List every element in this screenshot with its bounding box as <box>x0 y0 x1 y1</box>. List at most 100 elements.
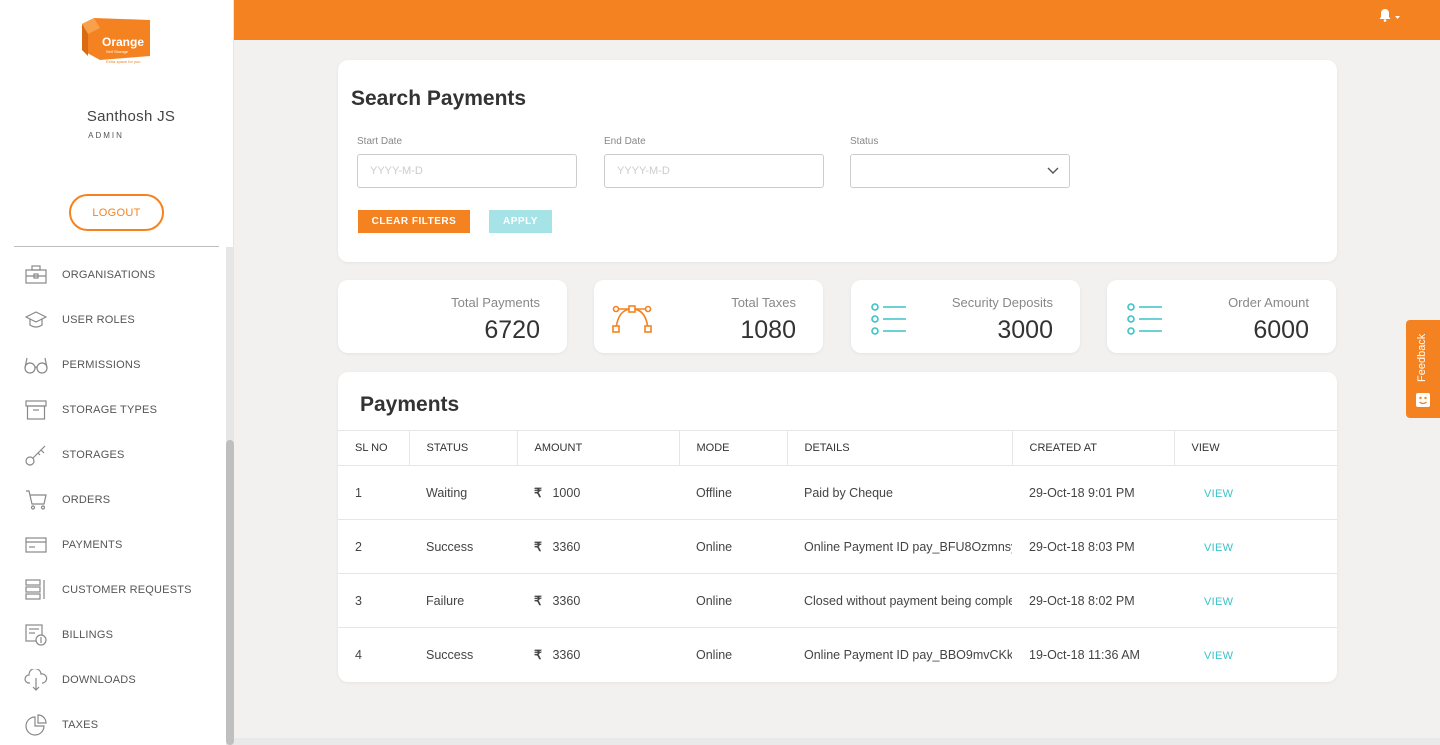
sidebar-item-storages[interactable]: STORAGES <box>0 432 226 477</box>
sidebar-item-label: USER ROLES <box>62 313 135 326</box>
view-link[interactable]: VIEW <box>1191 542 1233 554</box>
amount-value: 1000 <box>552 486 581 500</box>
sidebar-nav: ORGANISATIONS USER ROLES PERMISSIONS STO… <box>0 252 226 745</box>
stat-label: Order Amount <box>1228 295 1309 310</box>
sidebar-divider <box>14 246 219 247</box>
cell-sl-no: 4 <box>355 647 362 662</box>
amount-value: 3360 <box>552 648 581 663</box>
end-date-label: End Date <box>604 136 646 147</box>
chevron-down-icon <box>1392 8 1402 26</box>
cell-mode: Online <box>696 647 733 662</box>
stat-label: Total Taxes <box>731 295 796 310</box>
pie-chart-icon <box>24 713 48 737</box>
cell-created-at: 19-Oct-18 11:36 AM <box>1029 647 1140 662</box>
sidebar-item-permissions[interactable]: PERMISSIONS <box>0 342 226 387</box>
chevron-down-icon <box>1047 166 1059 178</box>
stat-card-total-payments: Total Payments 6720 <box>338 280 567 353</box>
sidebar-item-billings[interactable]: BILLINGS <box>0 612 226 657</box>
sidebar-item-label: TAXES <box>62 718 99 731</box>
stat-label: Security Deposits <box>951 295 1053 310</box>
feedback-icon <box>1416 393 1430 412</box>
search-payments-card: Search Payments Start Date End Date Stat… <box>338 60 1337 262</box>
start-date-input[interactable] <box>357 154 577 188</box>
view-link[interactable]: VIEW <box>1191 650 1233 662</box>
column-header[interactable]: MODE <box>678 430 787 466</box>
requests-icon <box>24 578 48 602</box>
user-name: Santhosh JS <box>86 108 176 125</box>
cell-view: VIEW <box>1174 573 1337 628</box>
sidebar-item-label: DOWNLOADS <box>62 673 136 686</box>
column-header[interactable]: AMOUNT <box>516 430 679 466</box>
sidebar-item-payments[interactable]: PAYMENTS <box>0 522 226 567</box>
svg-text:Extra space for you: Extra space for you <box>106 59 140 64</box>
cell-amount: ₹ 3360 <box>517 573 679 628</box>
column-header[interactable]: DETAILS <box>786 430 1012 466</box>
sidebar-item-orders[interactable]: ORDERS <box>0 477 226 522</box>
cell-status: Failure <box>409 573 517 628</box>
sidebar-item-storage-types[interactable]: STORAGE TYPES <box>0 387 226 432</box>
cell-status: Success <box>426 647 474 662</box>
archive-box-icon <box>24 398 48 422</box>
search-title: Search Payments <box>351 87 527 110</box>
logout-button[interactable]: LOGOUT <box>69 194 164 231</box>
view-link[interactable]: VIEW <box>1191 488 1233 500</box>
payments-title: Payments <box>360 393 460 416</box>
svg-text:Self Storage: Self Storage <box>106 49 129 54</box>
cell-view: VIEW <box>1174 465 1337 520</box>
table-header-row: SL NO STATUS AMOUNT MODE DETAILS CREATED… <box>338 430 1337 466</box>
credit-card-icon <box>24 533 48 557</box>
payments-table: SL NO STATUS AMOUNT MODE DETAILS CREATED… <box>338 430 1337 682</box>
horizontal-scrollbar[interactable] <box>234 738 1440 745</box>
stat-value: 1080 <box>740 316 796 344</box>
sidebar-item-label: BILLINGS <box>62 628 114 641</box>
rupee-icon: ₹ <box>534 540 542 554</box>
column-header[interactable]: CREATED AT <box>1011 430 1174 466</box>
user-role: ADMIN <box>88 131 124 140</box>
cell-status: Waiting <box>409 465 517 520</box>
cell-mode: Online <box>679 573 787 628</box>
stat-card-total-taxes: Total Taxes 1080 <box>594 280 823 353</box>
cart-icon <box>24 488 48 512</box>
table-row: 3 Failure ₹ 3360 Online Closed without p… <box>338 573 1337 628</box>
amount-value: 3360 <box>552 540 581 554</box>
stat-card-order-amount: Order Amount 6000 <box>1107 280 1336 353</box>
sidebar-item-label: PERMISSIONS <box>62 358 141 371</box>
cell-details: Paid by Cheque <box>787 465 1012 520</box>
feedback-label: Feedback <box>1416 333 1428 382</box>
cell-created-at: 29-Oct-18 8:02 PM <box>1012 573 1174 628</box>
orange-logo[interactable]: Orange Self Storage Extra space for you <box>80 16 154 66</box>
sidebar-scrollbar-thumb[interactable] <box>226 440 234 745</box>
cell-created-at: 29-Oct-18 8:03 PM <box>1012 519 1174 574</box>
column-header[interactable]: STATUS <box>408 430 517 466</box>
view-link[interactable]: VIEW <box>1191 596 1233 608</box>
status-select[interactable] <box>850 154 1070 188</box>
graduation-cap-icon <box>24 308 48 332</box>
sidebar-item-label: STORAGE TYPES <box>62 403 158 416</box>
cell-mode: Online <box>679 519 787 574</box>
stat-value: 6000 <box>1253 316 1309 344</box>
sidebar-item-customer-requests[interactable]: CUSTOMER REQUESTS <box>0 567 226 612</box>
cell-details: Closed without payment being completed <box>787 573 1012 628</box>
feedback-tab[interactable]: Feedback <box>1406 320 1440 418</box>
end-date-input[interactable] <box>604 154 824 188</box>
sidebar-item-organisations[interactable]: ORGANISATIONS <box>0 252 226 297</box>
sidebar-item-downloads[interactable]: DOWNLOADS <box>0 657 226 702</box>
column-header[interactable]: VIEW <box>1173 430 1337 466</box>
notifications-menu[interactable] <box>1378 8 1404 26</box>
column-header[interactable]: SL NO <box>338 430 409 466</box>
sidebar-item-taxes[interactable]: TAXES <box>0 702 226 745</box>
sidebar-item-user-roles[interactable]: USER ROLES <box>0 297 226 342</box>
status-label: Status <box>850 136 879 147</box>
svg-text:Orange: Orange <box>102 35 144 49</box>
cell-details: Online Payment ID pay_BBO9mvCKkz <box>804 647 1012 662</box>
top-bar <box>234 0 1440 40</box>
cell-sl-no: 1 <box>338 465 409 520</box>
table-row: 1 Waiting ₹ 1000 Offline Paid by Cheque … <box>338 465 1337 520</box>
clear-filters-button[interactable]: CLEAR FILTERS <box>358 210 470 233</box>
sidebar-item-label: PAYMENTS <box>62 538 123 551</box>
start-date-label: Start Date <box>357 136 403 147</box>
cell-sl-no: 2 <box>338 519 409 574</box>
apply-button[interactable]: APPLY <box>489 210 552 233</box>
sidebar-item-label: STORAGES <box>62 448 125 461</box>
cell-created-at: 29-Oct-18 9:01 PM <box>1012 465 1174 520</box>
